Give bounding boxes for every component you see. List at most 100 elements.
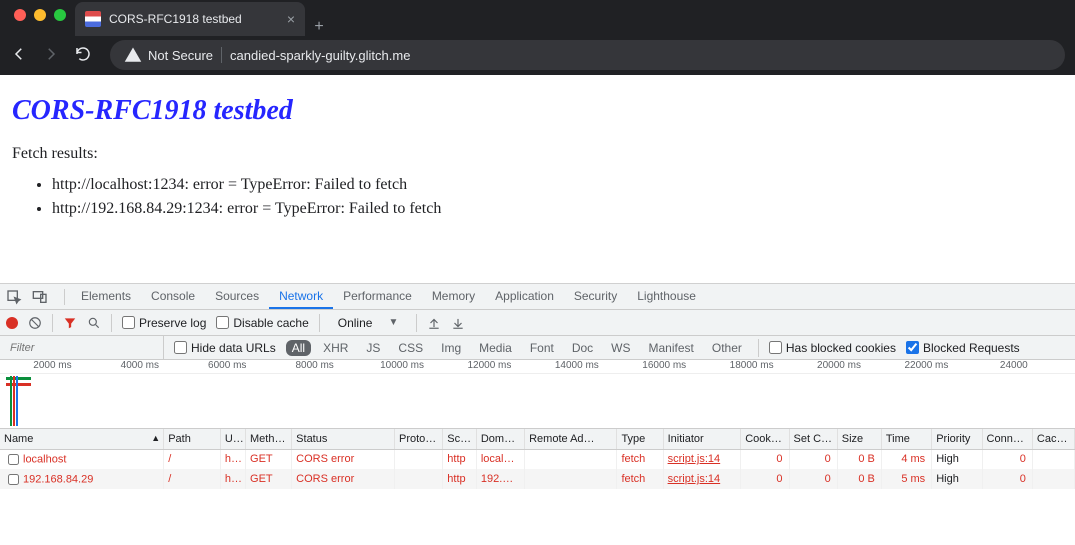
cell-remote	[525, 469, 617, 489]
warning-icon	[124, 46, 142, 64]
resource-filter-css[interactable]: CSS	[392, 340, 429, 356]
column-header[interactable]: Sc…	[443, 429, 477, 449]
new-tab-button[interactable]: +	[305, 18, 333, 36]
column-header[interactable]: Proto…	[395, 429, 443, 449]
network-filters: Hide data URLs All XHR JS CSS Img Media Font Do…	[0, 336, 1075, 360]
tabs-divider	[64, 289, 65, 305]
cell-domain: 192.…	[476, 469, 524, 489]
column-header[interactable]: Status	[292, 429, 395, 449]
resource-filter-other[interactable]: Other	[706, 340, 748, 356]
devtools-tab-performance[interactable]: Performance	[333, 284, 422, 309]
upload-har-icon[interactable]	[427, 316, 441, 330]
window-controls	[14, 9, 66, 21]
security-badge[interactable]: Not Secure	[124, 46, 213, 64]
disable-cache-checkbox[interactable]: Disable cache	[216, 316, 308, 330]
column-header[interactable]: Meth…	[246, 429, 292, 449]
throttle-select[interactable]: Online ▼	[330, 316, 407, 330]
window-minimize-button[interactable]	[34, 9, 46, 21]
column-header[interactable]: Size	[837, 429, 881, 449]
window-close-button[interactable]	[14, 9, 26, 21]
browser-chrome: CORS-RFC1918 testbed × + Not Secure cand…	[0, 0, 1075, 75]
filter-icon[interactable]	[63, 316, 77, 330]
resource-filter-ws[interactable]: WS	[605, 340, 636, 356]
column-header[interactable]: Priority	[932, 429, 982, 449]
filter-input[interactable]	[4, 336, 164, 360]
cell-initiator[interactable]: script.js:14	[663, 469, 741, 489]
preserve-log-checkbox[interactable]: Preserve log	[122, 316, 206, 330]
throttle-label: Online	[338, 316, 373, 330]
column-header[interactable]: Path	[164, 429, 221, 449]
tab-favicon	[85, 11, 101, 27]
resource-filter-img[interactable]: Img	[435, 340, 467, 356]
security-label: Not Secure	[148, 48, 213, 63]
record-button[interactable]	[6, 317, 18, 329]
table-row[interactable]: 192.168.84.29/h…GETCORS errorhttp192.…fe…	[0, 469, 1075, 489]
close-tab-icon[interactable]: ×	[287, 11, 295, 27]
table-row[interactable]: localhost/h…GETCORS errorhttplocal…fetch…	[0, 449, 1075, 469]
inspect-element-icon[interactable]	[6, 289, 22, 305]
forward-icon[interactable]	[42, 45, 60, 66]
cell-size: 0 B	[837, 469, 881, 489]
filters-divider	[758, 339, 759, 357]
resource-filter-all[interactable]: All	[286, 340, 311, 356]
column-header[interactable]: Remote Ad…	[525, 429, 617, 449]
column-header[interactable]: Dom…	[476, 429, 524, 449]
resource-filter-doc[interactable]: Doc	[566, 340, 599, 356]
column-header[interactable]: Set C…	[789, 429, 837, 449]
devtools-tab-security[interactable]: Security	[564, 284, 627, 309]
network-table[interactable]: Name▲PathU…Meth…StatusProto…Sc…Dom…Remot…	[0, 429, 1075, 489]
column-header[interactable]: Cook…	[741, 429, 789, 449]
devtools-tab-network[interactable]: Network	[269, 284, 333, 309]
download-har-icon[interactable]	[451, 316, 465, 330]
hide-data-urls-label: Hide data URLs	[191, 341, 276, 355]
resource-filter-manifest[interactable]: Manifest	[643, 340, 700, 356]
ruler-tick: 16000 ms	[642, 360, 686, 371]
ruler-tick: 4000 ms	[121, 360, 159, 371]
search-icon[interactable]	[87, 316, 101, 330]
blocked-requests-label: Blocked Requests	[923, 341, 1020, 355]
has-blocked-cookies-checkbox[interactable]: Has blocked cookies	[769, 341, 896, 355]
devtools-tab-memory[interactable]: Memory	[422, 284, 485, 309]
cell-protocol	[395, 469, 443, 489]
column-header[interactable]: Initiator	[663, 429, 741, 449]
reload-icon[interactable]	[74, 45, 92, 66]
resource-filter-xhr[interactable]: XHR	[317, 340, 354, 356]
cell-priority: High	[932, 469, 982, 489]
browser-toolbar: Not Secure candied-sparkly-guilty.glitch…	[0, 36, 1075, 74]
resource-filter-js[interactable]: JS	[360, 340, 386, 356]
chevron-down-icon: ▼	[388, 317, 398, 328]
cell-name: 192.168.84.29	[0, 469, 164, 489]
devtools-tab-application[interactable]: Application	[485, 284, 564, 309]
waterfall-chart[interactable]	[0, 374, 1075, 429]
browser-tab[interactable]: CORS-RFC1918 testbed ×	[75, 2, 305, 36]
hide-data-urls-checkbox[interactable]: Hide data URLs	[174, 341, 276, 355]
waterfall-load-marker	[13, 376, 15, 426]
cell-url: h…	[220, 469, 245, 489]
column-header[interactable]: Name▲	[0, 429, 164, 449]
row-checkbox[interactable]	[8, 454, 19, 465]
network-toolbar: Preserve log Disable cache Online ▼	[0, 310, 1075, 336]
devtools-tab-elements[interactable]: Elements	[71, 284, 141, 309]
devtools-tab-console[interactable]: Console	[141, 284, 205, 309]
result-item: http://localhost:1234: error = TypeError…	[52, 173, 1063, 197]
column-header[interactable]: Time	[881, 429, 931, 449]
page-heading: CORS-RFC1918 testbed	[12, 95, 1063, 127]
clear-icon[interactable]	[28, 316, 42, 330]
column-header[interactable]: Type	[617, 429, 663, 449]
resource-filter-media[interactable]: Media	[473, 340, 518, 356]
address-bar[interactable]: Not Secure candied-sparkly-guilty.glitch…	[110, 40, 1065, 70]
window-zoom-button[interactable]	[54, 9, 66, 21]
device-toolbar-icon[interactable]	[32, 289, 48, 305]
blocked-requests-checkbox[interactable]: Blocked Requests	[906, 341, 1020, 355]
cell-initiator[interactable]: script.js:14	[663, 449, 741, 469]
back-icon[interactable]	[10, 45, 28, 66]
column-header[interactable]: Conn…	[982, 429, 1032, 449]
column-header[interactable]: Cac…	[1032, 429, 1074, 449]
cell-name: localhost	[0, 449, 164, 469]
column-header[interactable]: U…	[220, 429, 245, 449]
resource-filter-font[interactable]: Font	[524, 340, 560, 356]
devtools-tab-sources[interactable]: Sources	[205, 284, 269, 309]
row-checkbox[interactable]	[8, 474, 19, 485]
devtools-tab-lighthouse[interactable]: Lighthouse	[627, 284, 706, 309]
ruler-tick: 10000 ms	[380, 360, 424, 371]
